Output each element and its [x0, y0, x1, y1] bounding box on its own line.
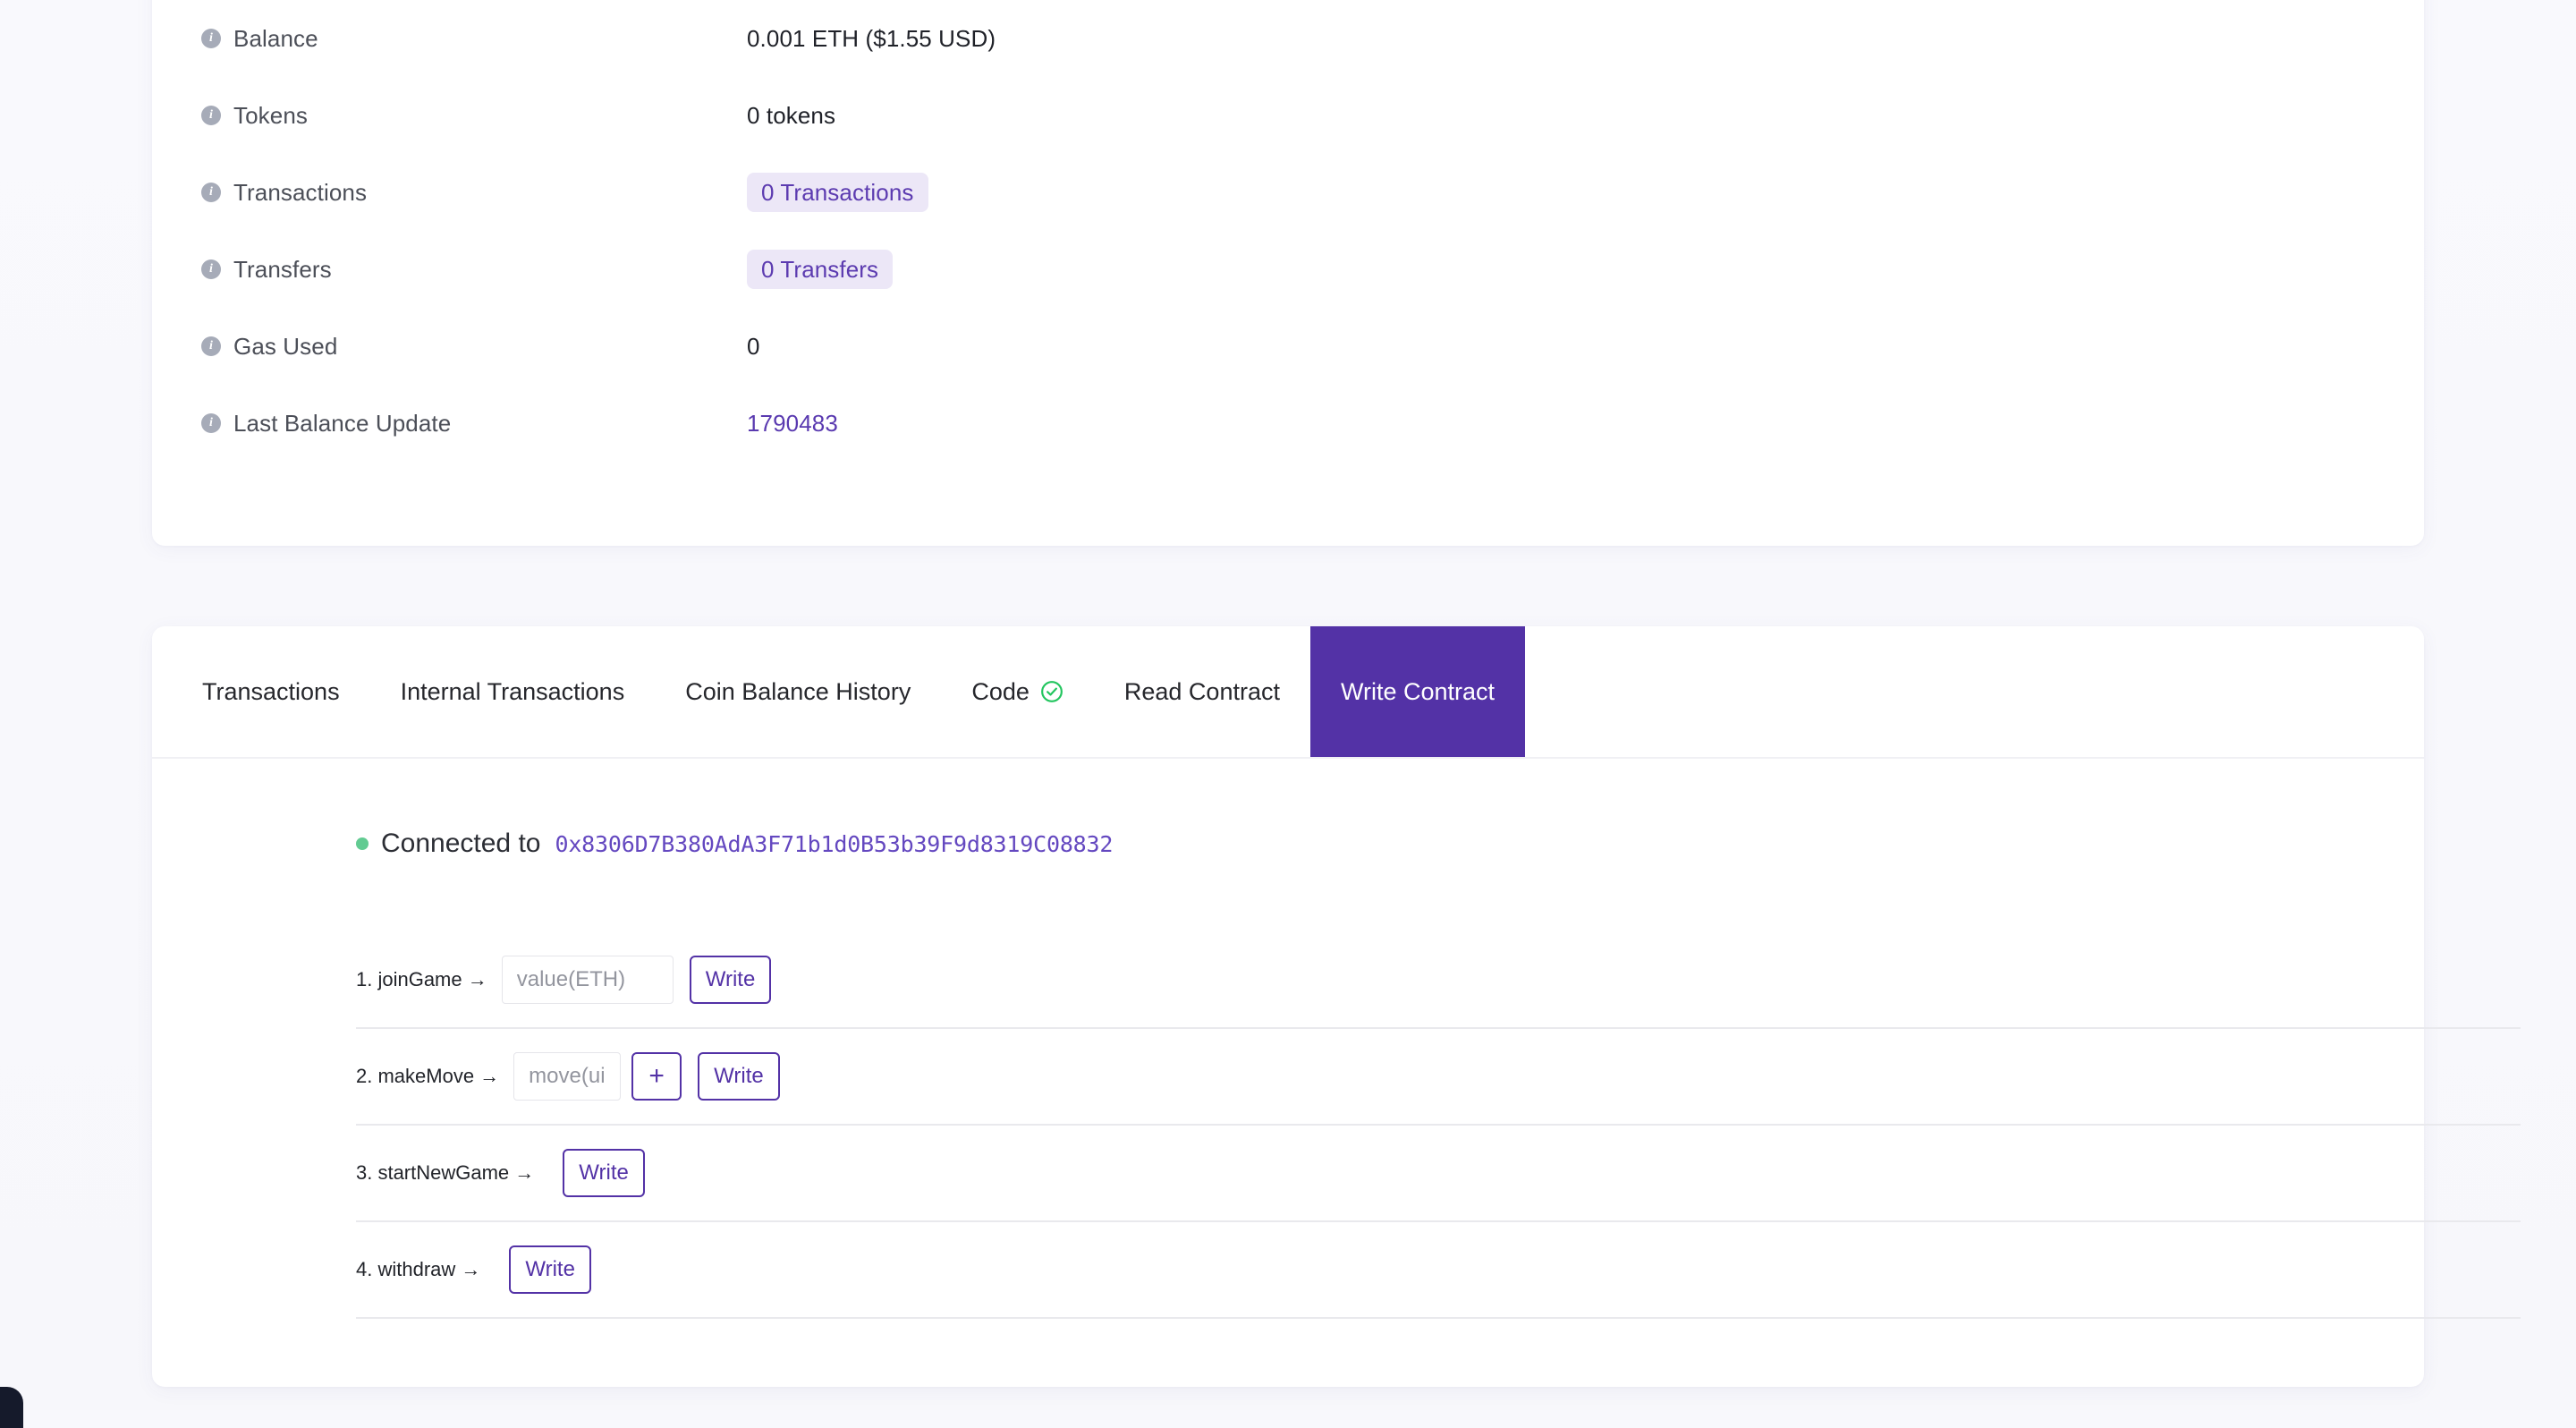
contract-tab-bar: Transactions Internal Transactions Coin Ba…: [152, 626, 2424, 759]
tab-internal-transactions[interactable]: Internal Transactions: [370, 626, 656, 757]
function-name-joinGame: 1. joinGame →: [356, 968, 487, 991]
info-row: i Balance 0.001 ETH ($1.55 USD): [152, 0, 2424, 77]
connected-wallet-address[interactable]: 0x8306D7B380AdA3F71b1d0B53b39F9d8319C088…: [555, 831, 1113, 857]
write-button-withdraw[interactable]: Write: [509, 1245, 591, 1294]
connected-label: Connected to: [381, 829, 540, 859]
value-text: 0 tokens: [747, 102, 835, 130]
info-icon[interactable]: i: [201, 413, 221, 433]
block-number-link[interactable]: 1790483: [747, 410, 838, 438]
info-row-value: 0 Transactions: [747, 173, 928, 212]
info-row-label: Transfers: [233, 256, 332, 284]
info-row-label-group: i Tokens: [201, 102, 747, 130]
info-row-value: 1790483: [747, 410, 838, 438]
info-row-value: 0 tokens: [747, 102, 835, 130]
info-row-value: 0: [747, 333, 760, 361]
address-info-list: i Balance 0.001 ETH ($1.55 USD) i Tokens 0 to…: [152, 0, 2424, 462]
info-icon[interactable]: i: [201, 336, 221, 356]
info-row-value: 0 Transfers: [747, 250, 893, 289]
write-function-row: 2. makeMove → + Write: [356, 1029, 2521, 1126]
wallet-connection-status: Connected to 0x8306D7B380AdA3F71b1d0B53b…: [356, 829, 1113, 859]
tab-label: Read Contract: [1124, 678, 1280, 706]
input-joinGame[interactable]: [502, 956, 674, 1004]
info-row-label-group: i Balance: [201, 25, 747, 53]
info-row: i Gas Used 0: [152, 308, 2424, 385]
info-icon[interactable]: i: [201, 106, 221, 125]
info-row: i Last Balance Update 1790483: [152, 385, 2424, 462]
contract-tabs-card: Transactions Internal Transactions Coin Ba…: [152, 626, 2424, 1387]
count-badge[interactable]: 0 Transfers: [747, 250, 893, 289]
info-row-label: Gas Used: [233, 333, 337, 361]
write-function-row: 1. joinGame → Write: [356, 932, 2521, 1029]
tab-label: Code: [971, 678, 1030, 706]
info-row: i Transfers 0 Transfers: [152, 231, 2424, 308]
tab-coin-balance-history[interactable]: Coin Balance History: [655, 626, 941, 757]
info-icon[interactable]: i: [201, 29, 221, 48]
info-row-value: 0.001 ETH ($1.55 USD): [747, 25, 996, 53]
tab-read-contract[interactable]: Read Contract: [1094, 626, 1310, 757]
info-row-label-group: i Transactions: [201, 179, 747, 207]
write-button-makeMove[interactable]: Write: [698, 1052, 780, 1101]
info-row: i Transactions 0 Transactions: [152, 154, 2424, 231]
info-row-label: Transactions: [233, 179, 367, 207]
write-button-startNewGame[interactable]: Write: [563, 1149, 645, 1197]
info-row-label-group: i Transfers: [201, 256, 747, 284]
write-function-row: 4. withdraw → Write: [356, 1222, 2521, 1319]
info-row: i Tokens 0 tokens: [152, 77, 2424, 154]
value-text: 0.001 ETH ($1.55 USD): [747, 25, 996, 53]
info-row-label: Balance: [233, 25, 318, 53]
info-row-label-group: i Last Balance Update: [201, 410, 747, 438]
function-name-withdraw: 4. withdraw →: [356, 1258, 480, 1281]
function-name-makeMove: 2. makeMove →: [356, 1065, 499, 1088]
write-button-joinGame[interactable]: Write: [690, 956, 772, 1004]
address-overview-card: i Balance 0.001 ETH ($1.55 USD) i Tokens 0 to…: [152, 0, 2424, 546]
tab-write-contract[interactable]: Write Contract: [1310, 626, 1525, 757]
tab-code[interactable]: Code: [941, 626, 1094, 757]
info-row-label: Tokens: [233, 102, 308, 130]
page-corner-decoration: [0, 1387, 23, 1428]
tab-transactions[interactable]: Transactions: [172, 626, 370, 757]
count-badge[interactable]: 0 Transactions: [747, 173, 928, 212]
connected-indicator-dot: [356, 837, 369, 850]
check-circle-icon: [1040, 680, 1063, 703]
add-argument-button[interactable]: +: [631, 1052, 682, 1101]
write-function-list: 1. joinGame →Write2. makeMove →+Write3. …: [356, 932, 2521, 1319]
value-text: 0: [747, 333, 760, 361]
info-icon[interactable]: i: [201, 259, 221, 279]
info-row-label-group: i Gas Used: [201, 333, 747, 361]
write-function-row: 3. startNewGame → Write: [356, 1126, 2521, 1222]
tab-label: Transactions: [202, 678, 340, 706]
info-row-label: Last Balance Update: [233, 410, 451, 438]
tab-label: Coin Balance History: [685, 678, 911, 706]
tab-label: Internal Transactions: [401, 678, 625, 706]
input-makeMove[interactable]: [513, 1052, 621, 1101]
function-name-startNewGame: 3. startNewGame →: [356, 1161, 534, 1185]
tab-label: Write Contract: [1341, 678, 1495, 706]
info-icon[interactable]: i: [201, 183, 221, 202]
